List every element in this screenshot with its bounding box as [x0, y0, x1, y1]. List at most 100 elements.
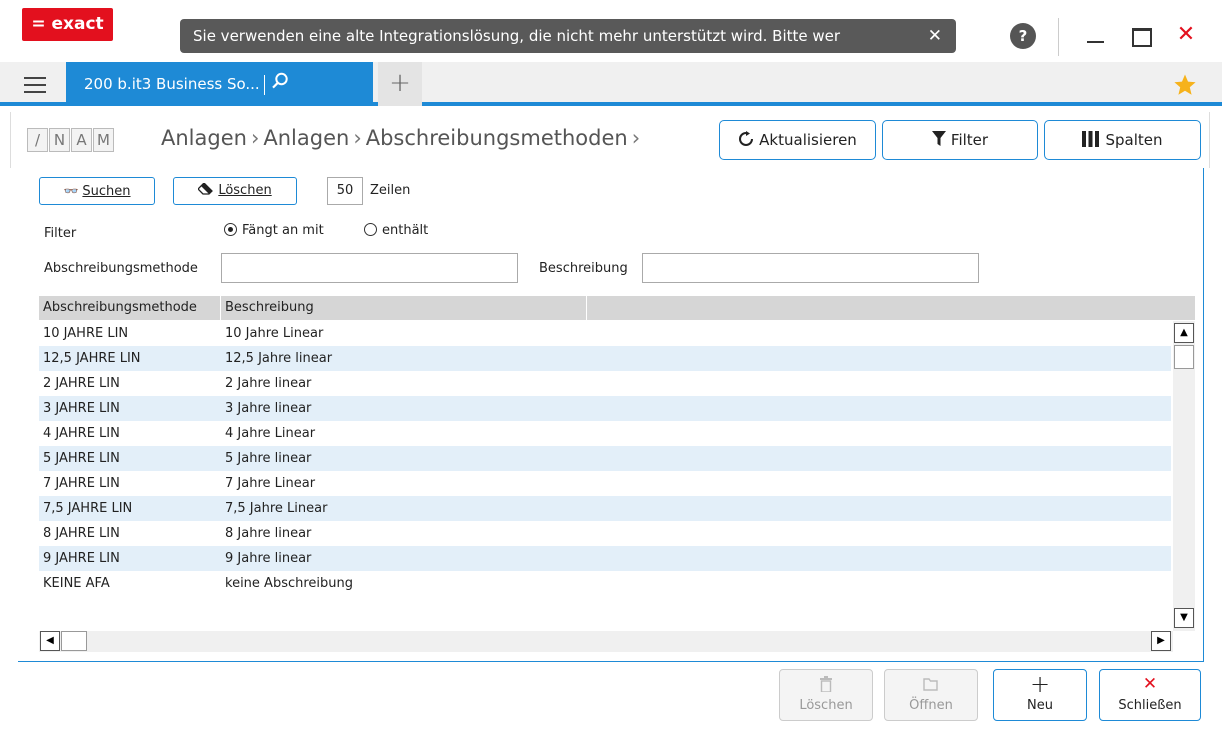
notice-close-icon[interactable]: ✕ — [928, 19, 942, 53]
shortcut-m[interactable]: M — [93, 128, 114, 152]
search-button-label: Suchen — [82, 184, 131, 199]
hscrollbar-thumb[interactable] — [61, 631, 87, 651]
description-label: Beschreibung — [539, 261, 628, 276]
shortcut-slash[interactable]: / — [27, 128, 48, 152]
tab-bar: 200 b.it3 Business So... + — [0, 62, 1222, 106]
footer-divider — [18, 661, 1204, 662]
delete-button[interactable]: Löschen — [779, 669, 873, 721]
radio-unselected-icon — [364, 223, 377, 236]
breadcrumb-item[interactable]: Abschreibungsmethoden — [366, 126, 628, 150]
cell-description: 2 Jahre linear — [225, 376, 312, 391]
breadcrumb-chevron-icon: › — [250, 126, 260, 150]
columns-button[interactable]: Spalten — [1044, 120, 1201, 160]
filter-icon — [931, 130, 946, 150]
scroll-right-icon[interactable]: ▶ — [1151, 631, 1171, 651]
table-header: Abschreibungsmethode Beschreibung — [39, 296, 1195, 320]
description-input[interactable] — [642, 253, 979, 283]
table-row[interactable]: 4 JAHRE LIN 4 Jahre Linear — [39, 421, 1171, 446]
help-icon[interactable]: ? — [1010, 23, 1036, 49]
cell-description: 7 Jahre Linear — [225, 476, 316, 491]
scroll-up-icon[interactable]: ▲ — [1174, 323, 1194, 343]
binoculars-icon: 👓 — [63, 184, 79, 198]
favorite-star-icon[interactable] — [1173, 73, 1197, 101]
filter-button[interactable]: Filter — [882, 120, 1038, 160]
cell-description: 12,5 Jahre linear — [225, 351, 333, 366]
columns-label: Spalten — [1105, 131, 1163, 149]
horizontal-scrollbar[interactable]: ◀ ▶ — [39, 631, 1173, 652]
breadcrumb-bar: / N A M Anlagen › Anlagen › Abschreibungsmethod… — [10, 112, 1210, 168]
add-tab-button[interactable]: + — [378, 62, 422, 106]
table-row[interactable]: 7 JAHRE LIN 7 Jahre Linear — [39, 471, 1171, 496]
cell-method: 10 JAHRE LIN — [43, 326, 129, 341]
method-input[interactable] — [221, 253, 518, 283]
results-table: Abschreibungsmethode Beschreibung 10 JAH… — [39, 296, 1195, 652]
table-row[interactable]: 5 JAHRE LIN 5 Jahre linear — [39, 446, 1171, 471]
breadcrumb-chevron-icon: › — [353, 126, 362, 150]
close-button[interactable]: ✕ Schließen — [1099, 669, 1201, 721]
notice-text: Sie verwenden eine alte Integrationslösu… — [193, 27, 841, 45]
cell-description: 7,5 Jahre Linear — [225, 501, 328, 516]
eraser-icon — [197, 182, 214, 198]
cell-description: 9 Jahre linear — [225, 551, 312, 566]
table-row[interactable]: 10 JAHRE LIN 10 Jahre Linear — [39, 321, 1171, 346]
clear-button[interactable]: Löschen — [173, 177, 297, 205]
cell-description: 3 Jahre linear — [225, 401, 312, 416]
app-window: = exact Sie verwenden eine alte Integrat… — [0, 0, 1222, 729]
search-icon[interactable] — [271, 63, 289, 107]
rows-count-input[interactable]: 50 — [327, 177, 363, 205]
maximize-button[interactable] — [1128, 20, 1154, 50]
new-button[interactable]: + Neu — [993, 669, 1087, 721]
cell-method: 3 JAHRE LIN — [43, 401, 120, 416]
column-header-description[interactable]: Beschreibung — [221, 296, 587, 320]
table-row[interactable]: 7,5 JAHRE LIN 7,5 Jahre Linear — [39, 496, 1171, 521]
radio-selected-icon — [224, 223, 237, 236]
table-row[interactable]: 9 JAHRE LIN 9 Jahre linear — [39, 546, 1171, 571]
shortcut-keys: / N A M — [27, 128, 115, 152]
breadcrumb: Anlagen › Anlagen › Abschreibungsmethoden › — [161, 126, 644, 150]
table-row[interactable]: KEINE AFA keine Abschreibung — [39, 571, 1171, 596]
method-label: Abschreibungsmethode — [44, 261, 198, 276]
shortcut-n[interactable]: N — [49, 128, 70, 152]
column-header-empty — [587, 296, 1195, 320]
tab-active[interactable]: 200 b.it3 Business So... — [66, 62, 373, 106]
deprecation-notice: Sie verwenden eine alte Integrationslösu… — [180, 19, 956, 53]
open-label: Öffnen — [909, 698, 953, 713]
cell-method: KEINE AFA — [43, 576, 110, 591]
tab-label: 200 b.it3 Business So... — [84, 75, 260, 93]
plus-icon: + — [1029, 670, 1051, 698]
close-window-button[interactable]: ✕ — [1173, 20, 1199, 50]
cell-method: 9 JAHRE LIN — [43, 551, 120, 566]
cell-method: 5 JAHRE LIN — [43, 451, 120, 466]
refresh-icon — [738, 130, 754, 150]
trash-icon — [780, 670, 872, 696]
table-row[interactable]: 3 JAHRE LIN 3 Jahre linear — [39, 396, 1171, 421]
radio-contains[interactable]: enthält — [364, 223, 428, 238]
cell-description: keine Abschreibung — [225, 576, 354, 591]
cell-description: 8 Jahre linear — [225, 526, 312, 541]
refresh-button[interactable]: Aktualisieren — [719, 120, 876, 160]
table-row[interactable]: 2 JAHRE LIN 2 Jahre linear — [39, 371, 1171, 396]
radio-contains-label: enthält — [382, 223, 429, 238]
cell-method: 4 JAHRE LIN — [43, 426, 120, 441]
cell-method: 12,5 JAHRE LIN — [43, 351, 141, 366]
breadcrumb-item[interactable]: Anlagen — [161, 126, 247, 150]
breadcrumb-item[interactable]: Anlagen — [263, 126, 349, 150]
scroll-left-icon[interactable]: ◀ — [40, 631, 60, 651]
minimize-button[interactable] — [1083, 20, 1109, 50]
column-header-method[interactable]: Abschreibungsmethode — [39, 296, 221, 320]
table-row[interactable]: 8 JAHRE LIN 8 Jahre linear — [39, 521, 1171, 546]
radio-starts-with[interactable]: Fängt an mit — [224, 223, 324, 238]
scrollbar-thumb[interactable] — [1174, 345, 1194, 369]
open-button[interactable]: Öffnen — [884, 669, 978, 721]
title-divider — [1058, 18, 1059, 56]
cell-description: 4 Jahre Linear — [225, 426, 316, 441]
cell-method: 7 JAHRE LIN — [43, 476, 120, 491]
table-row[interactable]: 12,5 JAHRE LIN 12,5 Jahre linear — [39, 346, 1171, 371]
folder-icon — [885, 670, 977, 696]
shortcut-a[interactable]: A — [71, 128, 92, 152]
menu-icon[interactable] — [24, 77, 46, 93]
scroll-down-icon[interactable]: ▼ — [1174, 608, 1194, 628]
vertical-scrollbar[interactable]: ▲ ▼ — [1173, 321, 1195, 631]
search-button[interactable]: 👓 Suchen — [39, 177, 155, 205]
exact-logo: = exact — [22, 8, 113, 41]
